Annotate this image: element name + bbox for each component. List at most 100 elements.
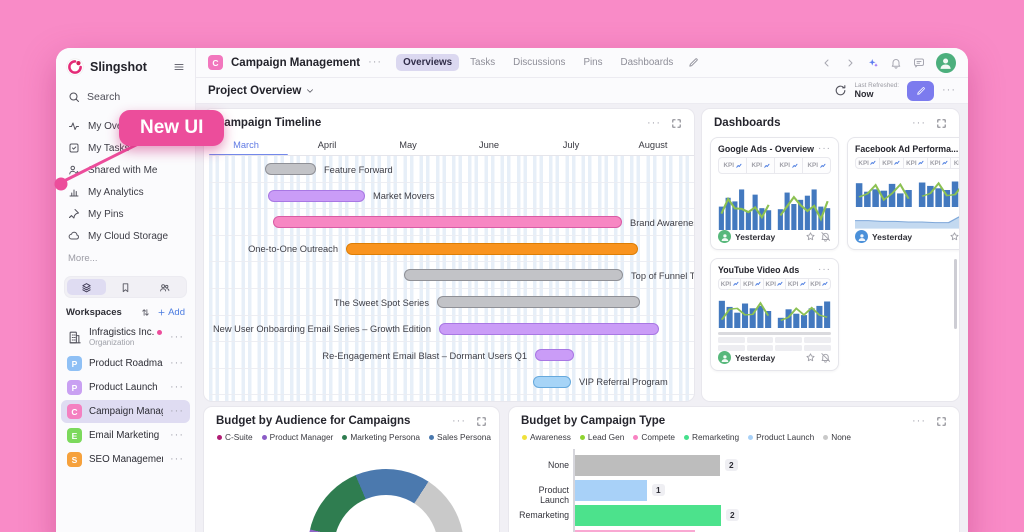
campaign-timeline-panel: Campaign Timeline ··· March April May June J…: [203, 108, 695, 402]
view-selector[interactable]: Project Overview: [208, 85, 315, 97]
favorite-star-icon[interactable]: [949, 231, 960, 242]
workspace-item-campaign-management[interactable]: C Campaign Management ···: [61, 400, 190, 424]
timeline-menu-button[interactable]: ···: [647, 117, 661, 129]
tab-tasks[interactable]: Tasks: [463, 54, 502, 71]
expand-icon[interactable]: [476, 416, 487, 427]
people-icon: [160, 283, 170, 291]
search-input[interactable]: Search: [56, 84, 195, 110]
icon-tab-people[interactable]: [145, 279, 184, 295]
budget-type-menu-button[interactable]: ···: [912, 415, 926, 427]
workspace-menu-button[interactable]: ···: [170, 382, 184, 393]
chat-icon[interactable]: [913, 57, 925, 69]
notifications-bell-icon[interactable]: [890, 57, 902, 69]
favorite-star-icon[interactable]: [805, 231, 816, 242]
gantt-bar-label: VIP Referral Program: [579, 377, 668, 388]
card-menu-button[interactable]: ···: [818, 265, 831, 275]
refresh-icon[interactable]: [834, 84, 847, 97]
audience-donut-chart[interactable]: [308, 469, 464, 532]
gantt-bar[interactable]: [533, 375, 571, 388]
gantt-bar-label: One-to-One Outreach: [248, 244, 338, 255]
back-icon[interactable]: [821, 57, 833, 69]
budget-audience-menu-button[interactable]: ···: [452, 415, 466, 427]
card-menu-button[interactable]: ···: [818, 144, 831, 154]
layers-icon: [82, 282, 91, 292]
edit-view-button[interactable]: [907, 80, 934, 101]
last-updated-label: Yesterday: [871, 231, 913, 242]
sidebar-item-my-pins[interactable]: My Pins: [56, 203, 195, 225]
tab-dashboards[interactable]: Dashboards: [614, 54, 681, 71]
kpi-label: KPI: [787, 280, 799, 288]
gantt-bar[interactable]: [437, 296, 640, 308]
tab-pins[interactable]: Pins: [576, 54, 609, 71]
mini-bar-charts: [855, 173, 959, 207]
dashboards-header: Dashboards ···: [702, 109, 959, 133]
dashboards-scrollbar[interactable]: [953, 259, 957, 329]
icon-tab-bookmark[interactable]: [106, 279, 145, 295]
month-label: April: [317, 140, 337, 150]
gantt-bar[interactable]: [535, 349, 574, 362]
expand-icon[interactable]: [936, 416, 947, 427]
workspace-item-email-marketing[interactable]: E Email Marketing ···: [61, 424, 190, 447]
bar-category-label: Product Launch: [538, 485, 569, 505]
card-footer: Yesterday: [718, 230, 831, 243]
add-workspace-button[interactable]: Add: [157, 307, 185, 318]
budget-bar-product-launch[interactable]: [575, 480, 647, 501]
card-header: Google Ads - Overview ···: [718, 143, 831, 155]
sort-icon[interactable]: [140, 307, 151, 318]
gantt-bar[interactable]: [273, 216, 622, 229]
gantt-row: VIP Referral Program: [209, 369, 694, 396]
workspace-item-product-roadmap[interactable]: P Product Roadmap ···: [61, 352, 190, 375]
edit-tabs-icon[interactable]: [688, 57, 699, 68]
ai-sparkle-icon[interactable]: [867, 57, 879, 69]
view-menu-button[interactable]: ···: [942, 85, 956, 96]
budget-bar-remarketing[interactable]: [575, 505, 721, 526]
tab-discussions[interactable]: Discussions: [506, 54, 572, 71]
sidebar-item-my-analytics[interactable]: My Analytics: [56, 181, 195, 203]
notifications-off-icon[interactable]: [820, 352, 831, 363]
desktop-background: Slingshot Search My Overview My Tasks Sh…: [0, 0, 1024, 532]
dashboard-card-youtube-video-ads[interactable]: YouTube Video Ads ··· KPI KPI KPI KPI KP…: [710, 258, 839, 371]
gantt-bar[interactable]: [404, 269, 623, 282]
spark-icon: [763, 163, 769, 168]
notifications-off-icon[interactable]: [820, 231, 831, 242]
sidebar-item-my-cloud-storage[interactable]: My Cloud Storage: [56, 225, 195, 247]
budget-bar-none[interactable]: [575, 455, 720, 476]
kpi-label: KPI: [779, 162, 791, 169]
favorite-star-icon[interactable]: [805, 352, 816, 363]
gantt-bar[interactable]: [268, 189, 365, 202]
menu-icon[interactable]: [173, 61, 185, 73]
workspace-item-infragistics-inc-[interactable]: Infragistics Inc. Organization ···: [61, 323, 190, 351]
mini-bar-chart: [718, 178, 772, 230]
icon-tab-layers[interactable]: [67, 279, 106, 295]
workspace-item-product-launch[interactable]: P Product Launch ···: [61, 376, 190, 399]
workspace-menu-button[interactable]: ···: [170, 430, 184, 441]
workspace-menu-button[interactable]: ···: [170, 406, 184, 417]
gantt-row: Brand Awareness Campaign: [209, 209, 694, 236]
workspace-menu-button[interactable]: ···: [170, 331, 184, 343]
workspace-menu-button[interactable]: ···: [170, 358, 184, 369]
project-menu-button[interactable]: ···: [368, 57, 382, 68]
workspace-item-seo-management[interactable]: S SEO Management ···: [61, 448, 190, 471]
gantt-bar[interactable]: [439, 322, 659, 335]
gantt-bar[interactable]: [265, 163, 316, 175]
gantt-bar[interactable]: [346, 242, 638, 255]
spark-icon: [755, 281, 761, 286]
user-avatar[interactable]: [936, 52, 956, 73]
forward-icon[interactable]: [844, 57, 856, 69]
dashboard-card-facebook-ad-performa-[interactable]: Facebook Ad Performa... ··· KPI KPI KPI …: [846, 137, 960, 250]
expand-icon[interactable]: [936, 118, 947, 129]
mini-table-cell: [775, 337, 803, 343]
tab-overviews[interactable]: Overviews: [396, 54, 460, 71]
sidebar-item-shared-with-me[interactable]: Shared with Me: [56, 159, 195, 181]
budget-type-header: Budget by Campaign Type ···: [509, 407, 959, 431]
workspace-menu-button[interactable]: ···: [170, 454, 184, 465]
expand-icon[interactable]: [671, 118, 682, 129]
more-link[interactable]: More...: [56, 247, 195, 268]
kpi-label: KPI: [720, 280, 732, 288]
dashboards-menu-button[interactable]: ···: [912, 117, 926, 129]
gantt-row: New User Onboarding Email Series – Growt…: [209, 316, 694, 343]
dashboard-card-google-ads-overview[interactable]: Google Ads - Overview ··· KPI KPI KPI KP…: [710, 137, 839, 250]
kpi-tile: KPI: [785, 279, 807, 290]
subbar-actions: Last Refreshed: Now ···: [834, 80, 956, 101]
legend-dot: [684, 434, 690, 440]
